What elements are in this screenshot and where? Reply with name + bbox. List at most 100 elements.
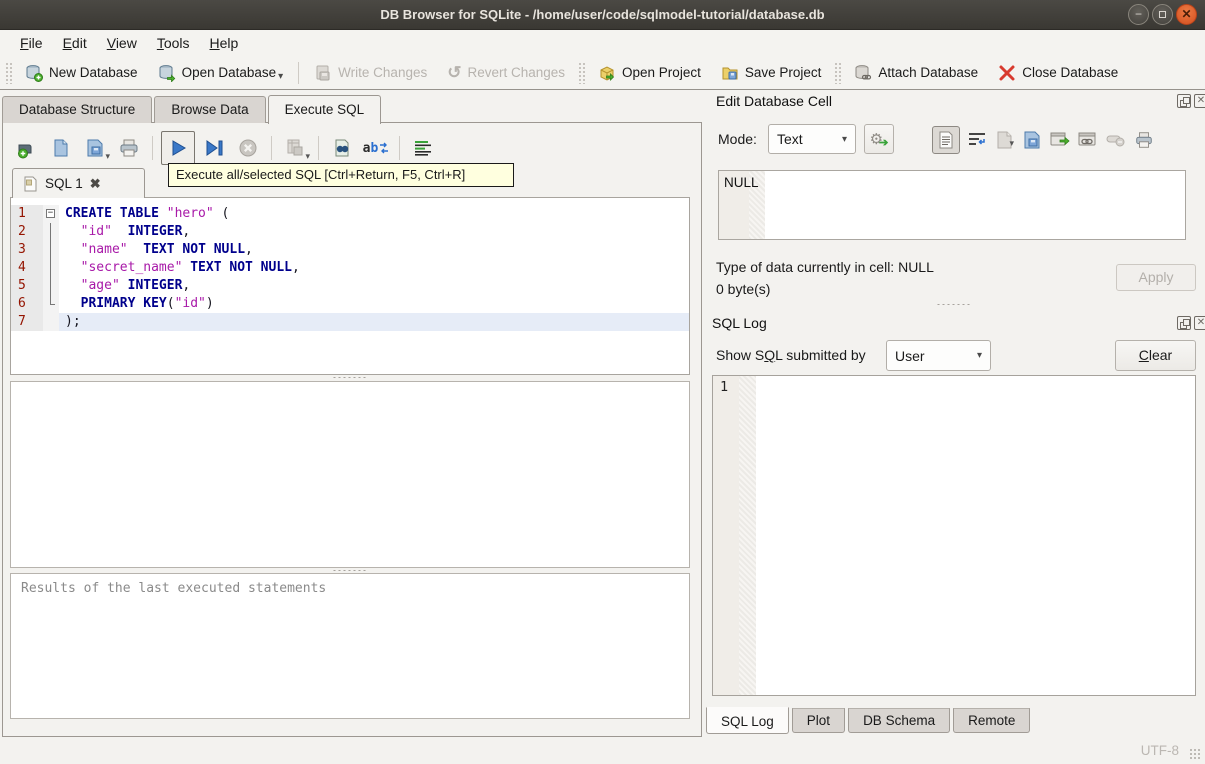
cell-type-text: Type of data currently in cell: NULL	[716, 259, 934, 275]
save-data-icon[interactable]	[1022, 130, 1042, 150]
tab-browse-data[interactable]: Browse Data	[154, 96, 266, 123]
cell-size-text: 0 byte(s)	[716, 281, 771, 297]
stop-icon[interactable]	[233, 133, 263, 163]
copy-results-icon[interactable]: ▾	[280, 133, 310, 163]
revert-changes-label: Revert Changes	[467, 65, 566, 80]
save-sql-dropdown-icon[interactable]: ▾	[105, 151, 110, 162]
code-line-4[interactable]: 4 "secret_name" TEXT NOT NULL,	[11, 259, 689, 277]
open-sql-file-icon[interactable]	[46, 133, 76, 163]
word-wrap-icon[interactable]	[968, 132, 986, 148]
toolbar-drag-handle[interactable]	[578, 61, 586, 84]
sql-tab-label: SQL 1	[45, 176, 83, 191]
gear-arrow-icon: ➔	[879, 136, 889, 149]
link-icon[interactable]	[1078, 131, 1098, 149]
menu-tools[interactable]: Tools	[147, 32, 200, 54]
find-replace-icon[interactable]: ab	[361, 133, 391, 163]
open-database-label: Open Database	[181, 65, 277, 80]
text-mode-icon[interactable]	[932, 126, 960, 154]
encoding-label: UTF-8	[1140, 743, 1179, 758]
menu-file[interactable]: File	[10, 32, 53, 54]
minimize-icon[interactable]: −	[1128, 4, 1149, 25]
revert-changes-button[interactable]: ↺ Revert Changes	[437, 58, 575, 88]
sql-toolbar: ▾ ▾ ab	[12, 130, 438, 166]
dock-tab-bar: SQL Log Plot DB Schema Remote	[706, 707, 1031, 735]
main-toolbar: New Database Open Database ▾ Write Chang…	[0, 56, 1205, 90]
save-sql-file-icon[interactable]: ▾	[80, 133, 110, 163]
set-null-icon[interactable]	[1106, 133, 1126, 147]
results-grid-pane[interactable]	[10, 381, 690, 568]
code-line-1[interactable]: 1− CREATE TABLE "hero" (	[11, 205, 689, 223]
code-line-2[interactable]: 2 "id" INTEGER,	[11, 223, 689, 241]
close-database-button[interactable]: Close Database	[988, 59, 1128, 87]
code-line-6[interactable]: 6 PRIMARY KEY("id")	[11, 295, 689, 313]
maximize-icon[interactable]	[1152, 4, 1173, 25]
toolbar-drag-handle[interactable]	[5, 61, 12, 84]
sql-1-tab[interactable]: SQL 1 ✖	[12, 168, 145, 198]
tab-database-structure[interactable]: Database Structure	[2, 96, 153, 123]
print-cell-icon[interactable]	[1134, 130, 1154, 150]
apply-button[interactable]: Apply	[1116, 264, 1196, 291]
execution-log-pane[interactable]: Results of the last executed statements	[10, 573, 690, 719]
import-data-icon[interactable]: ▾	[994, 130, 1014, 150]
format-sql-icon[interactable]	[408, 133, 438, 163]
menu-help[interactable]: Help	[200, 32, 249, 54]
copy-results-dropdown-icon[interactable]: ▾	[305, 151, 310, 162]
editor-splitter[interactable]	[10, 375, 690, 380]
close-sql-tab-icon[interactable]: ✖	[90, 176, 101, 192]
menubar: File Edit View Tools Help	[0, 30, 1205, 56]
execute-line-icon[interactable]	[199, 133, 229, 163]
sql-log-title: SQL Log	[712, 315, 767, 331]
dock-splitter[interactable]	[712, 302, 1196, 307]
mode-label: Mode:	[718, 131, 757, 147]
edit-cell-title: Edit Database Cell	[716, 93, 832, 109]
open-database-icon	[159, 64, 175, 82]
menu-view[interactable]: View	[97, 32, 147, 54]
submitted-by-select[interactable]: User ▾	[886, 340, 991, 371]
cell-value: NULL	[724, 175, 759, 190]
dock-tab-db-schema[interactable]: DB Schema	[848, 708, 951, 733]
dock-close-icon[interactable]: ✕	[1194, 316, 1205, 330]
mode-select[interactable]: Text ▾	[768, 124, 856, 154]
dock-tab-remote[interactable]: Remote	[953, 708, 1031, 733]
close-icon[interactable]: ✕	[1176, 4, 1197, 25]
open-project-button[interactable]: Open Project	[588, 59, 711, 87]
dock-close-icon[interactable]: ✕	[1194, 94, 1205, 108]
resize-grip-icon[interactable]	[1189, 748, 1201, 760]
float-icon[interactable]	[1177, 94, 1191, 108]
code-line-7[interactable]: 7);	[11, 313, 689, 331]
execute-all-icon[interactable]	[161, 131, 195, 165]
code-line-3[interactable]: 3 "name" TEXT NOT NULL,	[11, 241, 689, 259]
new-sql-tab-icon[interactable]	[12, 133, 42, 163]
print-icon[interactable]	[114, 133, 144, 163]
revert-changes-icon: ↺	[447, 62, 462, 82]
code-line-5[interactable]: 5 "age" INTEGER,	[11, 277, 689, 295]
clear-button[interactable]: Clear	[1115, 340, 1196, 371]
cell-toolbar: ▾	[932, 126, 1154, 154]
results-placeholder: Results of the last executed statements	[21, 581, 327, 596]
import-data-dropdown-icon[interactable]: ▾	[1009, 138, 1014, 149]
dock-tab-plot[interactable]: Plot	[791, 708, 846, 733]
titlebar[interactable]: DB Browser for SQLite - /home/user/code/…	[0, 0, 1205, 30]
chevron-down-icon: ▾	[841, 133, 847, 145]
import-settings-button[interactable]: ⚙ ➔	[864, 124, 894, 154]
write-changes-button[interactable]: Write Changes	[304, 59, 437, 87]
main-tab-bar: Database Structure Browse Data Execute SQL	[2, 95, 383, 124]
float-icon[interactable]	[1177, 316, 1191, 330]
save-project-button[interactable]: Save Project	[711, 59, 832, 87]
dock-tab-sql-log[interactable]: SQL Log	[706, 707, 789, 734]
cell-editor[interactable]: NULL	[718, 170, 1186, 240]
sql-editor[interactable]: 1− CREATE TABLE "hero" (2 "id" INTEGER, 3 …	[10, 197, 690, 375]
write-changes-icon	[316, 65, 330, 80]
sql-log-area[interactable]: 1	[712, 375, 1196, 696]
new-database-label: New Database	[49, 65, 138, 80]
toolbar-drag-handle[interactable]	[834, 61, 842, 84]
new-database-button[interactable]: New Database	[15, 59, 148, 87]
open-project-label: Open Project	[622, 65, 701, 80]
menu-edit[interactable]: Edit	[53, 32, 97, 54]
find-icon[interactable]	[327, 133, 357, 163]
open-database-button[interactable]: Open Database ▾	[148, 59, 294, 87]
export-data-icon[interactable]	[1050, 131, 1070, 149]
tab-execute-sql[interactable]: Execute SQL	[267, 95, 382, 124]
attach-database-button[interactable]: Attach Database	[844, 59, 988, 87]
open-database-dropdown-icon[interactable]: ▾	[278, 71, 283, 82]
